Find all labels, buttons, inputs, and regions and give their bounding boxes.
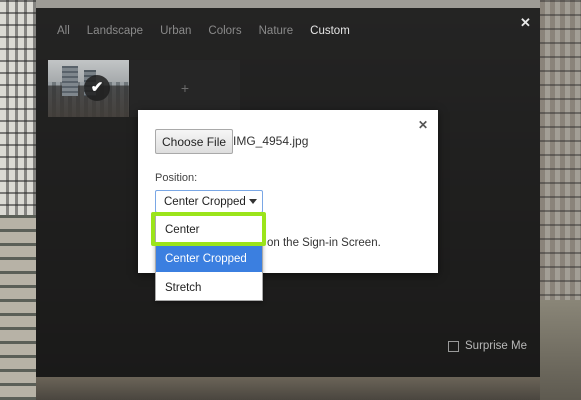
building-top bbox=[36, 0, 540, 8]
building-bottom bbox=[36, 377, 540, 400]
position-dropdown-list: Center Center Cropped Stretch bbox=[155, 215, 263, 301]
tab-all[interactable]: All bbox=[57, 25, 70, 37]
position-select-value: Center Cropped bbox=[164, 195, 246, 208]
plus-icon: + bbox=[180, 80, 190, 96]
building-left-lower bbox=[0, 215, 36, 400]
position-select[interactable]: Center Cropped bbox=[155, 190, 263, 213]
surprise-me-label: Surprise Me bbox=[465, 340, 527, 352]
option-center[interactable]: Center bbox=[156, 216, 262, 244]
caret-down-icon bbox=[249, 199, 257, 204]
building-right-lower bbox=[540, 300, 581, 400]
tab-custom[interactable]: Custom bbox=[310, 25, 350, 37]
close-icon[interactable]: ✕ bbox=[520, 15, 531, 31]
sign-in-screen-note: on the Sign-in Screen. bbox=[267, 237, 381, 249]
tab-colors[interactable]: Colors bbox=[208, 25, 241, 37]
dialog-close-icon[interactable]: ✕ bbox=[418, 118, 428, 132]
add-wallpaper-tile[interactable]: + bbox=[130, 60, 240, 117]
tab-landscape[interactable]: Landscape bbox=[87, 25, 143, 37]
thumbnail-tower bbox=[62, 66, 78, 96]
tab-nature[interactable]: Nature bbox=[259, 25, 294, 37]
surprise-me-checkbox[interactable] bbox=[448, 340, 459, 352]
option-stretch[interactable]: Stretch bbox=[156, 274, 262, 302]
choose-file-button[interactable]: Choose File bbox=[155, 129, 234, 154]
surprise-me-toggle[interactable]: Surprise Me bbox=[448, 340, 527, 352]
category-tabs: All Landscape Urban Colors Nature Custom bbox=[57, 25, 367, 37]
option-center-cropped[interactable]: Center Cropped bbox=[156, 246, 262, 272]
checkmark-icon: ✔ bbox=[84, 75, 110, 101]
tab-urban[interactable]: Urban bbox=[160, 25, 191, 37]
wallpaper-thumbnail[interactable]: ✔ bbox=[48, 60, 129, 117]
position-label: Position: bbox=[155, 172, 198, 184]
selected-filename: IMG_4954.jpg bbox=[233, 134, 309, 148]
